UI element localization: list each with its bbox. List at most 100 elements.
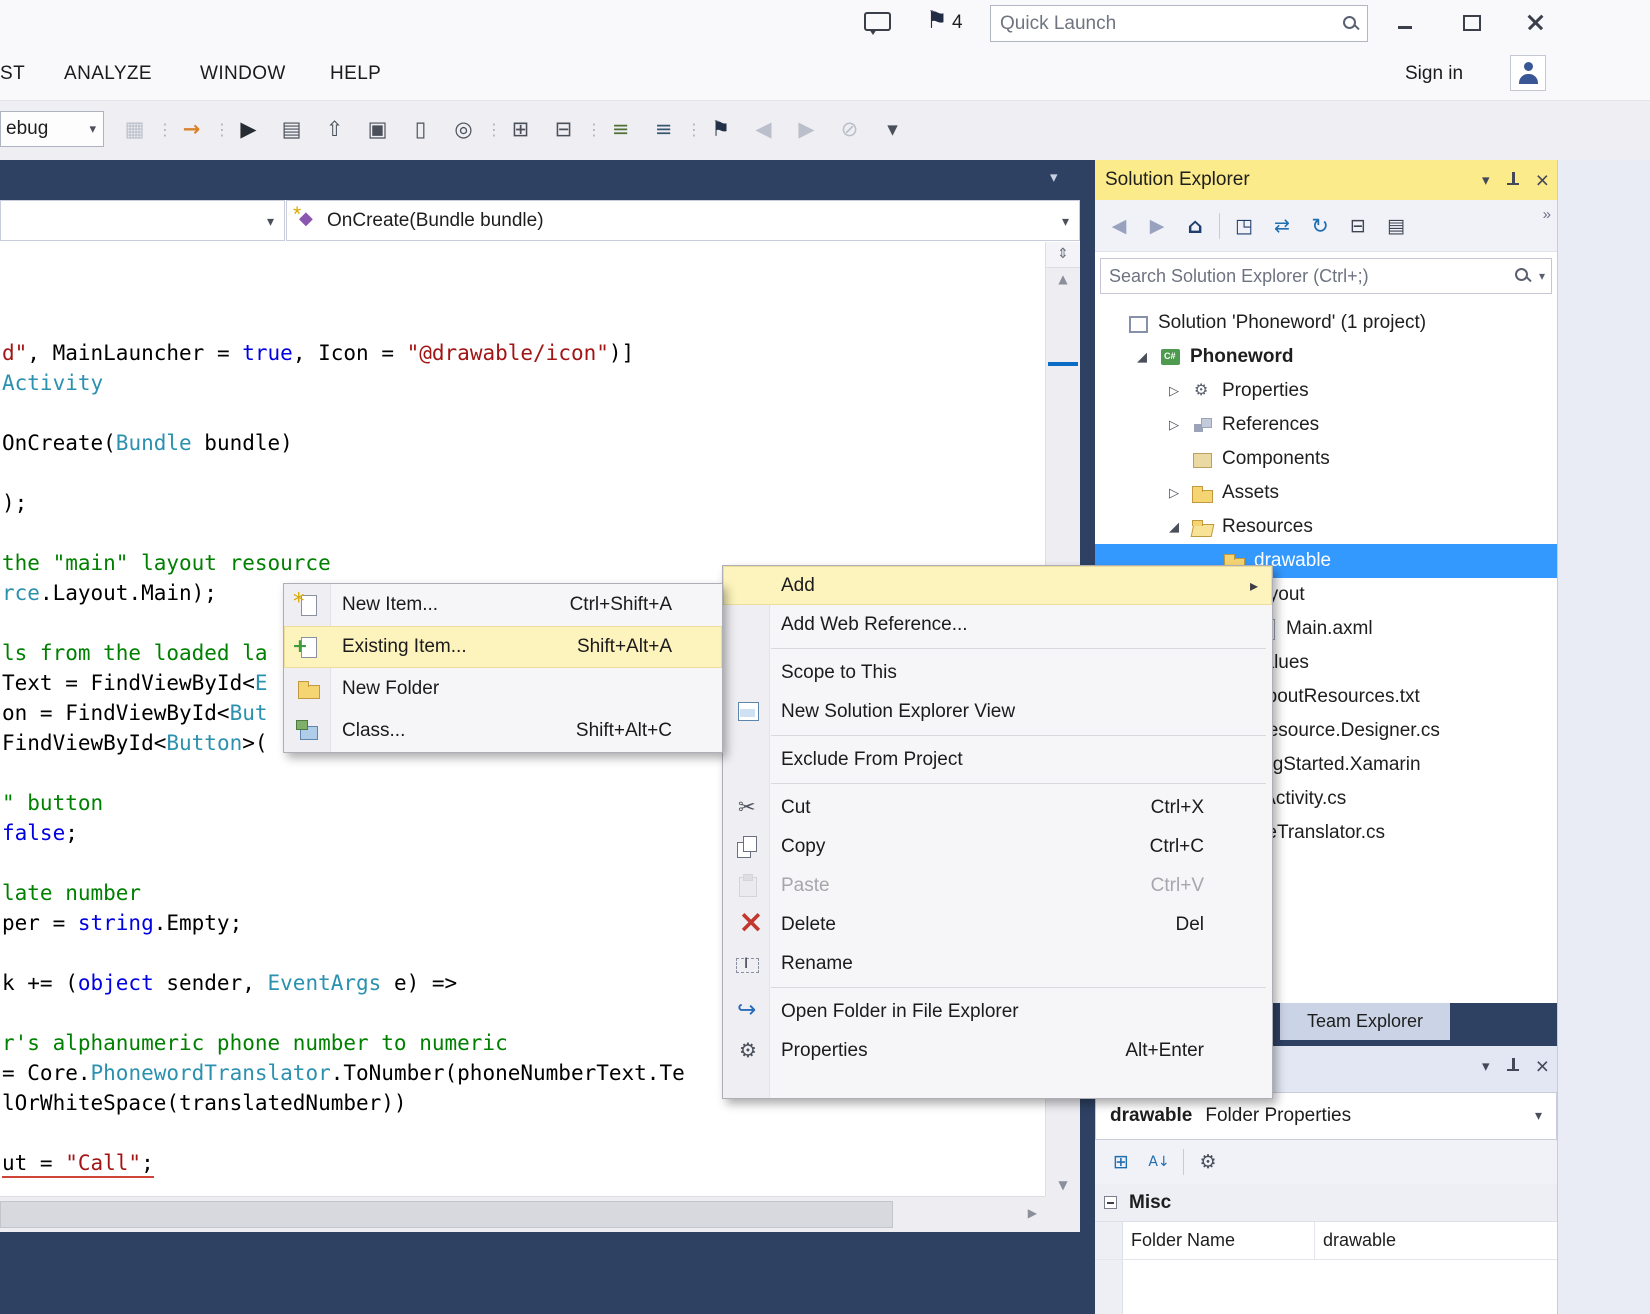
search-icon[interactable] (1511, 264, 1535, 288)
add-submenu-item-class[interactable]: Class...Shift+Alt+C (284, 710, 722, 752)
start-icon[interactable] (228, 112, 269, 146)
context-menu-item-open-folder-in-file-explorer[interactable]: Open Folder in File Explorer (723, 992, 1272, 1031)
tree-item-components[interactable]: Components (1095, 442, 1557, 476)
menu-help[interactable]: HELP (330, 47, 381, 100)
solution-explorer-search-input[interactable] (1101, 265, 1511, 288)
home-icon[interactable] (1177, 209, 1213, 243)
overflow-icon[interactable] (872, 112, 913, 146)
back-icon[interactable] (1101, 209, 1137, 243)
profiler-icon[interactable] (443, 112, 484, 146)
open-file-icon[interactable] (114, 112, 155, 146)
code-line[interactable]: ); (2, 488, 1045, 518)
context-menu-item-properties[interactable]: PropertiesAlt+Enter (723, 1031, 1272, 1070)
add-submenu-item-new-folder[interactable]: New Folder (284, 668, 722, 710)
properties-object-combo[interactable]: drawable Folder Properties ▾ (1095, 1092, 1557, 1140)
scroll-up-arrow-icon[interactable]: ▲ (1046, 272, 1080, 286)
document-outline-icon[interactable] (543, 112, 584, 146)
window-position-chevron-icon[interactable]: ▾ (1482, 171, 1490, 189)
close-button[interactable] (1513, 6, 1557, 39)
expander-closed-icon[interactable]: ▷ (1167, 418, 1191, 433)
close-icon[interactable]: × (1536, 1056, 1549, 1076)
members-dropdown[interactable]: OnCreate(Bundle bundle) ▾ (286, 200, 1080, 241)
deploy-icon[interactable] (314, 112, 355, 146)
expander-closed-icon[interactable]: ▷ (1167, 486, 1191, 501)
context-menu-item-new-solution-explorer-view[interactable]: New Solution Explorer View (723, 692, 1272, 731)
context-menu-item-cut[interactable]: CutCtrl+X (723, 788, 1272, 827)
code-line[interactable]: Activity (2, 368, 1045, 398)
code-line[interactable] (2, 308, 1045, 338)
code-line[interactable] (2, 1118, 1045, 1148)
tree-item-references[interactable]: ▷References (1095, 408, 1557, 442)
code-line[interactable] (2, 278, 1045, 308)
pin-icon[interactable] (1503, 1055, 1523, 1077)
expander-open-icon[interactable]: ◢ (1135, 350, 1159, 365)
editor-splitter-handle[interactable]: ⇕ (1046, 242, 1080, 268)
menu-window[interactable]: WINDOW (200, 47, 286, 100)
sign-in-link[interactable]: Sign in (1405, 47, 1463, 100)
window-position-chevron-icon[interactable]: ▾ (1482, 1057, 1490, 1075)
property-value[interactable]: drawable (1315, 1222, 1557, 1259)
code-line[interactable] (2, 248, 1045, 278)
categorized-icon[interactable] (1103, 1145, 1139, 1179)
close-icon[interactable]: × (1536, 170, 1549, 190)
navigate-icon[interactable] (171, 112, 212, 146)
preview-icon[interactable] (1378, 209, 1414, 243)
notifications-flag-icon[interactable]: ⚑ (926, 6, 948, 34)
menu-analyze[interactable]: ANALYZE (64, 47, 152, 100)
alphabetical-icon[interactable] (1141, 1145, 1177, 1179)
search-icon[interactable] (1339, 12, 1363, 36)
document-list-chevron-icon[interactable]: ▾ (1050, 168, 1058, 186)
tree-item-properties[interactable]: ▷Properties (1095, 374, 1557, 408)
maximize-button[interactable] (1448, 6, 1492, 39)
context-menu-item-scope-to-this[interactable]: Scope to This (723, 653, 1272, 692)
context-menu-item-add-web-reference[interactable]: Add Web Reference... (723, 605, 1272, 644)
code-line[interactable] (2, 398, 1045, 428)
context-menu-item-copy[interactable]: CopyCtrl+C (723, 827, 1272, 866)
prev-bookmark-icon[interactable] (743, 112, 784, 146)
outdent-icon[interactable] (643, 112, 684, 146)
screenshot-icon[interactable] (357, 112, 398, 146)
add-submenu-item-existing-item[interactable]: Existing Item...Shift+Alt+A (284, 626, 722, 668)
quick-launch-input[interactable] (991, 12, 1339, 36)
device-icon[interactable] (400, 112, 441, 146)
logcat-icon[interactable] (271, 112, 312, 146)
menu-st[interactable]: ST (0, 47, 25, 100)
expander-closed-icon[interactable]: ▷ (1167, 384, 1191, 399)
bookmark-icon[interactable] (700, 112, 741, 146)
tree-item-phoneword[interactable]: ◢Phoneword (1095, 340, 1557, 374)
property-category-row[interactable]: Misc (1095, 1184, 1557, 1222)
next-bookmark-icon[interactable] (786, 112, 827, 146)
context-menu-item-paste[interactable]: PasteCtrl+V (723, 866, 1272, 905)
feedback-icon[interactable] (862, 8, 892, 38)
collapse-all-icon[interactable] (1340, 209, 1376, 243)
refresh-icon[interactable] (1302, 209, 1338, 243)
scope-icon[interactable] (1226, 209, 1262, 243)
code-line[interactable] (2, 518, 1045, 548)
context-menu-item-exclude-from-project[interactable]: Exclude From Project (723, 740, 1272, 779)
code-line[interactable] (2, 458, 1045, 488)
wrench-icon[interactable] (1190, 1145, 1226, 1179)
expander-open-icon[interactable]: ◢ (1167, 520, 1191, 535)
tab-team-explorer[interactable]: Team Explorer (1280, 1003, 1450, 1040)
tree-item-resources[interactable]: ◢Resources (1095, 510, 1557, 544)
property-row-folder-name[interactable]: Folder Namedrawable (1095, 1222, 1557, 1260)
minimize-button[interactable] (1383, 6, 1427, 39)
forward-icon[interactable] (1139, 209, 1175, 243)
context-menu-item-rename[interactable]: Rename (723, 944, 1272, 983)
toolbar-overflow-icon[interactable]: » (1543, 206, 1551, 223)
horizontal-scrollbar[interactable]: ▶ (0, 1196, 1045, 1232)
collapse-category-icon[interactable] (1104, 1196, 1117, 1209)
indent-icon[interactable] (600, 112, 641, 146)
clear-bookmarks-icon[interactable] (829, 112, 870, 146)
horizontal-scroll-thumb[interactable] (0, 1201, 893, 1228)
scroll-down-arrow-icon[interactable]: ▼ (1046, 1178, 1080, 1192)
context-menu-item-delete[interactable]: DeleteDel (723, 905, 1272, 944)
code-line[interactable]: ut = "Call"; (2, 1148, 1045, 1178)
solution-explorer-title-bar[interactable]: Solution Explorer ▾ × (1095, 160, 1557, 200)
pin-icon[interactable] (1503, 169, 1523, 191)
add-submenu-item-new-item[interactable]: New Item...Ctrl+Shift+A (284, 584, 722, 626)
types-dropdown[interactable]: ▾ (0, 200, 285, 241)
user-account-icon[interactable] (1510, 55, 1546, 91)
debug-config-combo[interactable]: ebug ▾ (0, 111, 104, 147)
chevron-down-icon[interactable]: ▾ (1539, 269, 1545, 283)
